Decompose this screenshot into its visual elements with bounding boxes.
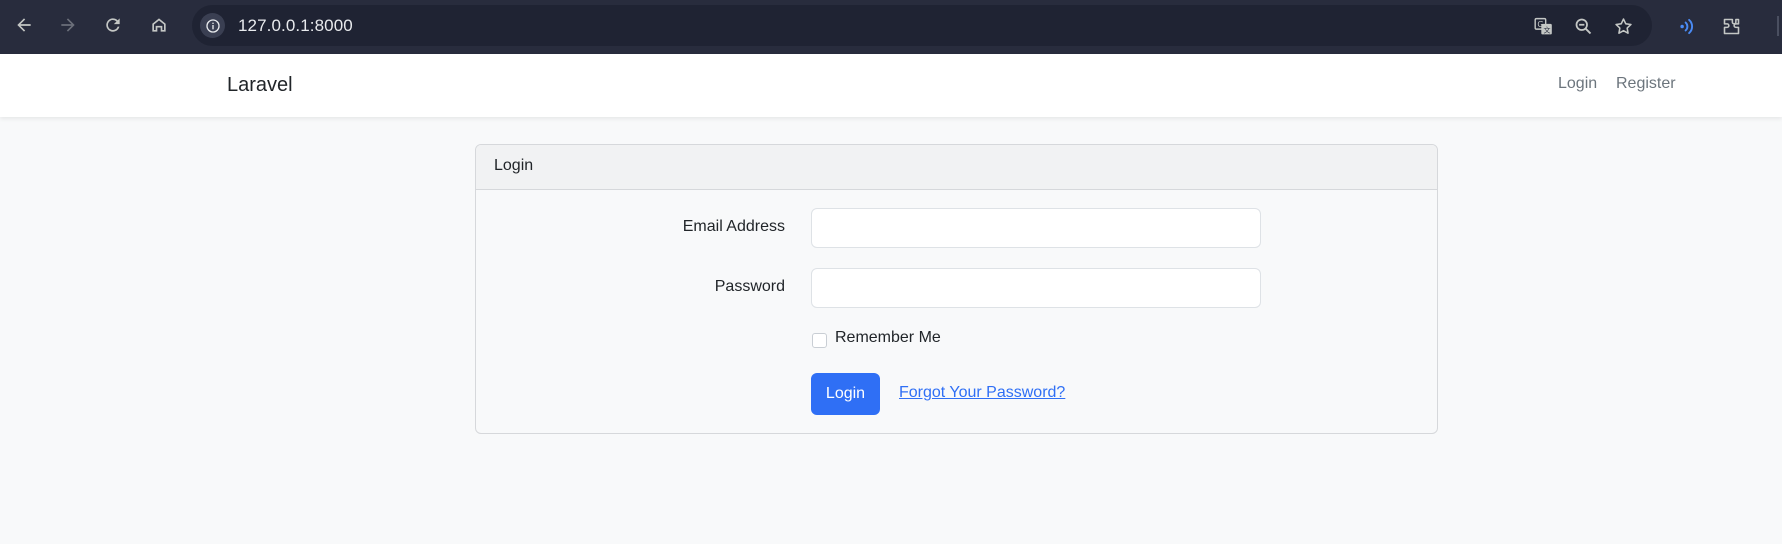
translate-button[interactable]: G文 xyxy=(1530,13,1556,39)
reload-icon xyxy=(106,18,120,32)
extensions-icon xyxy=(1723,18,1739,34)
login-submit-button[interactable]: Login xyxy=(811,373,880,415)
zoom-out-icon xyxy=(1575,18,1591,34)
translate-icon: G文 xyxy=(1533,17,1552,34)
browser-toolbar: 127.0.0.1:8000 G文 xyxy=(0,0,1782,54)
password-field[interactable] xyxy=(811,268,1261,308)
back-icon xyxy=(17,18,31,32)
read-aloud-button[interactable] xyxy=(1673,13,1699,39)
star-icon xyxy=(1614,17,1632,34)
reload-button[interactable] xyxy=(97,9,129,41)
brand-link[interactable]: Laravel xyxy=(227,74,293,97)
bookmark-button[interactable] xyxy=(1610,13,1636,39)
remember-me-checkbox[interactable] xyxy=(812,333,827,348)
forgot-password-link[interactable]: Forgot Your Password? xyxy=(899,384,1065,402)
url-text[interactable]: 127.0.0.1:8000 xyxy=(238,16,353,36)
home-button[interactable] xyxy=(143,9,175,41)
app-navbar: Laravel Login Register xyxy=(0,54,1782,117)
login-card: Login Email Address Password Remember Me… xyxy=(475,144,1438,434)
read-aloud-icon xyxy=(1679,18,1693,34)
site-info-button[interactable] xyxy=(200,13,225,38)
toolbar-divider xyxy=(1777,16,1779,36)
svg-text:文: 文 xyxy=(1543,25,1550,34)
card-header: Login xyxy=(476,145,1437,190)
back-button[interactable] xyxy=(8,9,40,41)
home-icon xyxy=(152,18,166,32)
extensions-button[interactable] xyxy=(1718,13,1744,39)
forward-button[interactable] xyxy=(52,9,84,41)
email-field[interactable] xyxy=(811,208,1261,248)
site-info-icon xyxy=(205,18,220,33)
forward-icon xyxy=(61,18,75,32)
email-label: Email Address xyxy=(682,218,785,235)
nav-login-link[interactable]: Login xyxy=(1558,75,1597,93)
address-bar[interactable]: 127.0.0.1:8000 G文 xyxy=(192,5,1652,46)
remember-me-label[interactable]: Remember Me xyxy=(835,329,941,347)
zoom-out-button[interactable] xyxy=(1570,13,1596,39)
nav-register-link[interactable]: Register xyxy=(1616,75,1676,93)
password-label: Password xyxy=(714,278,785,295)
